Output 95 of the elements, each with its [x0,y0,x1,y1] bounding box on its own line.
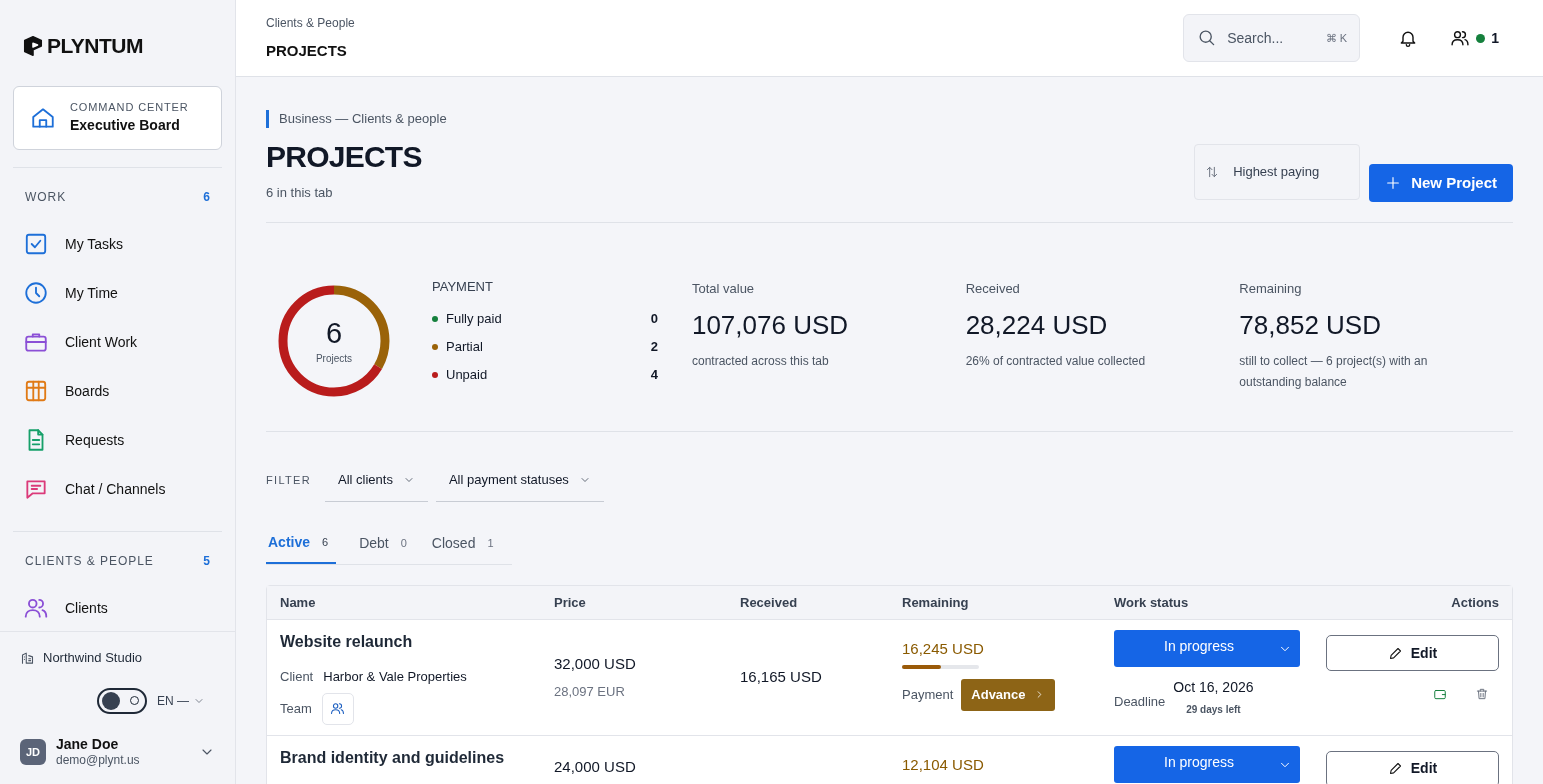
tab[interactable]: Closed 1 [429,522,496,564]
legend-count: 4 [650,365,658,384]
stat-value: 78,852 USD [1239,308,1382,341]
pencil-icon [1387,645,1403,661]
remaining-amount: 16,245 USD [902,639,985,659]
tab[interactable]: Debt 0 [357,522,409,564]
building-icon [20,650,35,666]
shortcut-hint: ⌘ K [1325,31,1348,46]
logo-text: PLYNTUM [47,33,143,59]
edit-button[interactable]: Edit [1326,750,1499,784]
section-title: WORK [25,188,67,206]
legend-label: Fully paid [446,309,503,328]
column-header: Remaining [902,593,970,612]
online-users-button[interactable]: 1 [1450,27,1499,49]
stat-label: Received [965,280,1021,298]
price-converted: 28,097 EUR [554,682,626,701]
column-header: Actions [1450,593,1499,612]
theme-toggle[interactable] [97,687,147,714]
wallet-button[interactable] [1433,687,1447,701]
eyebrow: Business — Clients & people [279,110,447,128]
stat-note: 26% of contracted value collected [965,352,1147,370]
price: 32,000 USD [554,654,637,675]
language-select[interactable]: EN — [157,691,205,710]
filter-label: FILTER [266,472,311,488]
tab[interactable]: Active 6 [266,522,337,564]
breadcrumb: Clients & People [266,14,356,32]
edit-button[interactable]: Edit [1326,635,1499,671]
advance-button[interactable]: Advance [961,678,1055,711]
stat-note: still to collect — 6 project(s) with an outstanding balance [1239,352,1429,391]
received-amount: 16,165 USD [740,667,822,687]
plus-icon [1385,175,1402,191]
project-name: Brand identity and guidelines [280,747,506,768]
stat-label: Total value [691,280,756,298]
project-name: Website relaunch [280,632,414,652]
field-label: Payment [902,685,954,704]
user-email: demo@plynt.us [56,753,141,768]
new-project-button[interactable]: New Project [1369,164,1513,202]
nav-item[interactable]: My Time [13,268,222,318]
sort-arrows-icon [1205,165,1220,179]
sort-select[interactable]: Highest paying [1194,144,1361,200]
people-icon [330,701,346,716]
legend-label: Partial [446,337,484,356]
legend-count: 2 [650,337,658,356]
logo-icon [22,34,44,57]
field-label: Client [280,668,314,686]
stat-value: 28,224 USD [965,308,1109,341]
stat-note: contracted across this tab [691,352,830,370]
command-center-card[interactable]: COMMAND CENTER Executive Board [13,85,222,150]
section-count: 6 [203,188,210,206]
people-icon [1450,28,1471,48]
remaining-amount: 12,104 USD [902,754,985,775]
column-header: Work status [1114,593,1190,612]
trash-icon [1475,687,1489,701]
nav-item[interactable]: Chat / Channels [13,464,222,514]
status-select[interactable]: In progress [1114,745,1300,783]
nav-item[interactable]: Boards [13,366,222,416]
filter-select[interactable]: All payment statuses [435,458,604,502]
column-header: Price [554,593,587,612]
legend-title: PAYMENT [432,278,494,296]
legend-label: Unpaid [446,365,489,384]
search-icon [1197,28,1217,47]
user-name: Jane Doe [56,735,120,753]
command-center-label: COMMAND CENTER [70,99,189,115]
nav-item[interactable]: Client Work [13,317,222,367]
price: 24,000 USD [554,756,637,777]
column-header: Name [280,593,317,612]
stat-label: Remaining [1239,280,1303,298]
client-name: Harbor & Vale Properties [323,668,467,686]
deadline-date: Oct 16, 2026 [1173,678,1254,697]
section-title: CLIENTS & PEOPLE [25,552,154,570]
avatar: JD [20,738,46,765]
field-label: Deadline [1114,693,1166,712]
delete-button[interactable] [1475,687,1489,701]
nav-item[interactable]: Clients [13,583,222,631]
page-title: PROJECTS [266,40,348,61]
filter-select[interactable]: All clients [325,458,428,502]
section-count: 5 [203,552,210,570]
stat-value: 107,076 USD [691,308,850,341]
team-button[interactable] [321,692,354,725]
nav-item[interactable]: Requests [13,415,222,465]
heading: PROJECTS [266,138,423,175]
days-left: 29 days left [1186,703,1241,717]
pencil-icon [1387,761,1403,776]
workspace-name: Northwind Studio [43,649,142,667]
donut-count: 6 [325,316,343,349]
column-header: Received [740,593,799,612]
status-select[interactable]: In progress [1114,630,1300,667]
donut-label: Projects [315,351,353,366]
field-label: Team [280,699,312,718]
command-center-title: Executive Board [70,116,181,136]
legend-count: 0 [650,309,658,328]
wallet-icon [1433,687,1447,701]
nav-item[interactable]: My Tasks [13,219,222,269]
subtitle: 6 in this tab [266,183,334,202]
user-menu[interactable]: JD Jane Doe demo@plynt.us [20,713,215,768]
